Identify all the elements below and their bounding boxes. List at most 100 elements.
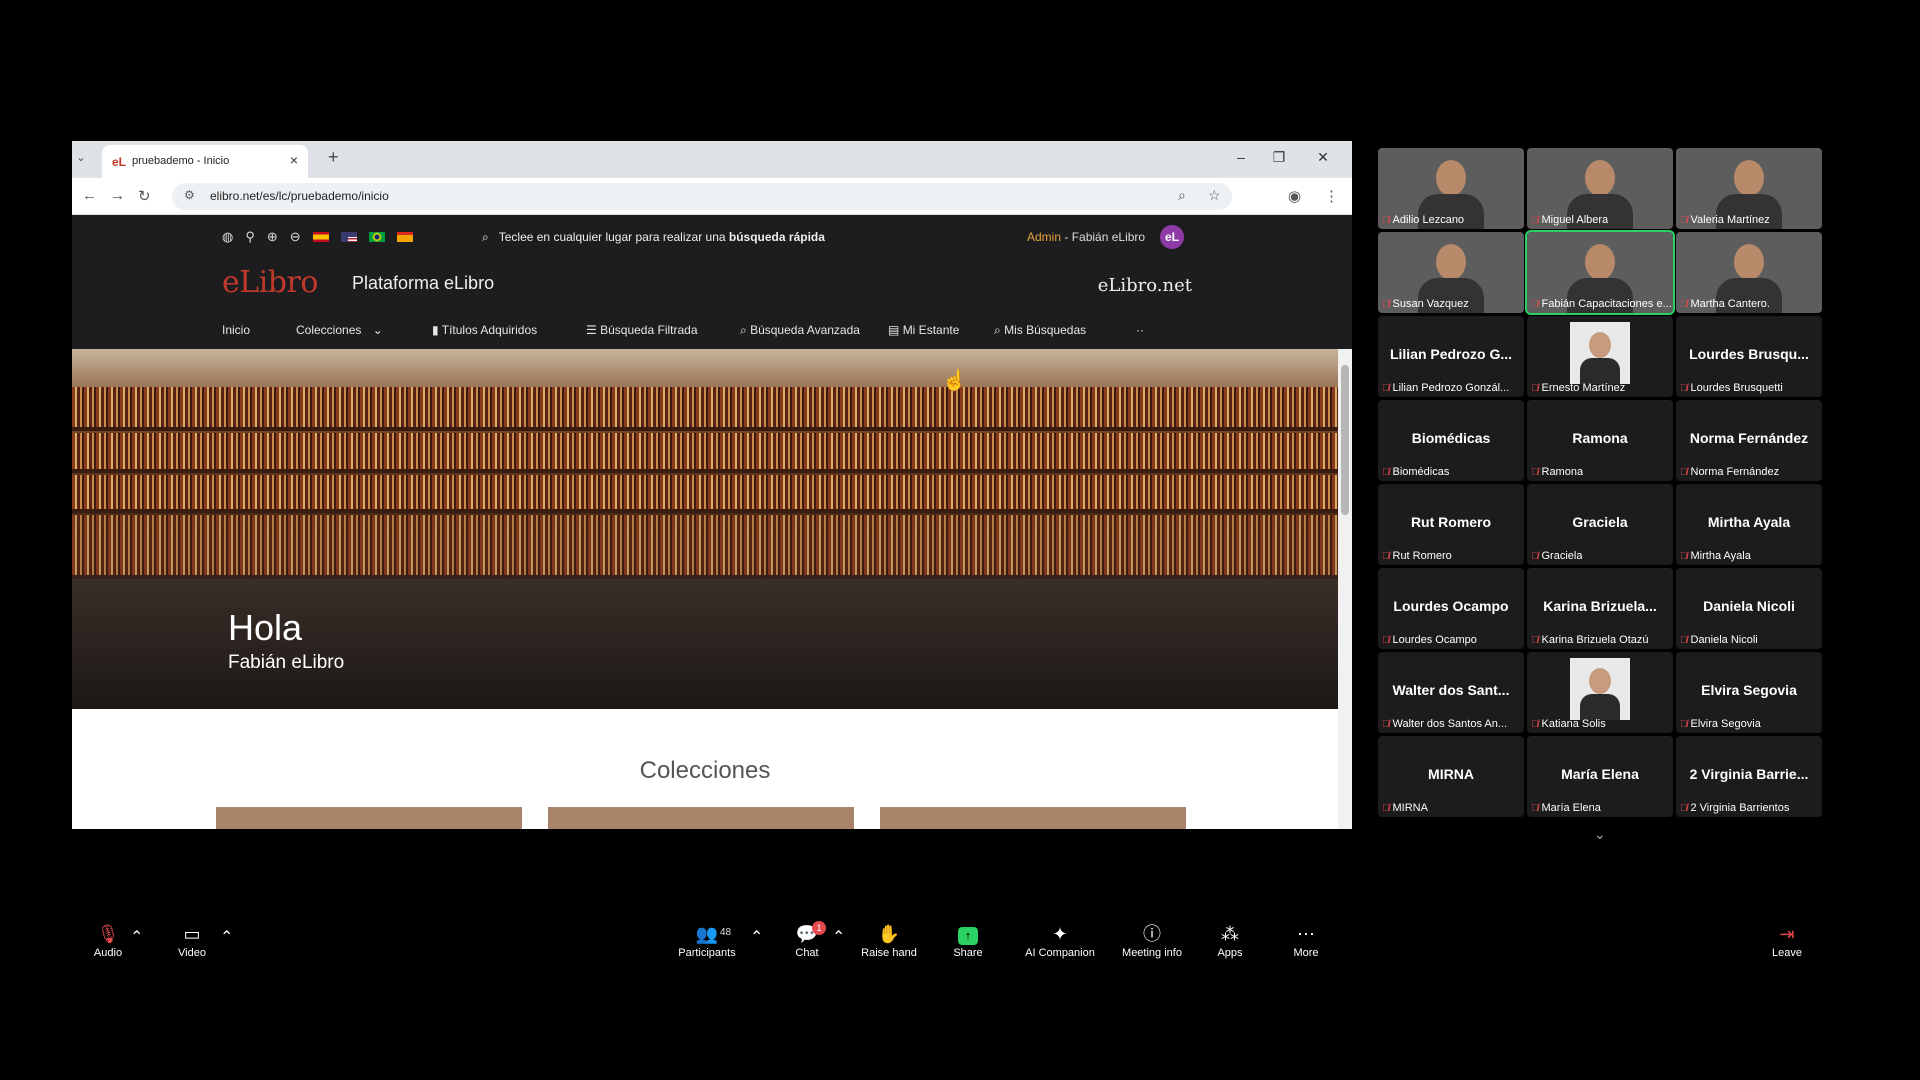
collection-card[interactable] — [548, 807, 854, 829]
participant-display-name: Walter dos Sant... — [1392, 682, 1510, 698]
participant-name: Walter dos Santos An... — [1392, 718, 1508, 730]
mic-muted-icon: 🎙̸ — [1531, 466, 1539, 478]
participant-name: Ramona — [1541, 466, 1584, 478]
camera-icon: ▭ — [183, 924, 201, 944]
browser-tab[interactable]: eL pruebademo - Inicio × — [102, 145, 308, 178]
participant-name: Mirtha Ayala — [1690, 550, 1751, 562]
participant-tile[interactable]: MIRNA 🎙̸ MIRNA — [1378, 736, 1524, 817]
globe-icon[interactable]: ◍ — [222, 229, 233, 245]
zoom-icon[interactable]: ⌕ — [1178, 187, 1186, 204]
participant-tile[interactable]: Biomédicas 🎙̸ Biomédicas — [1378, 400, 1524, 481]
nav-inicio[interactable]: Inicio — [222, 323, 250, 337]
share-button[interactable]: ↑ Share — [946, 923, 990, 959]
reload-icon[interactable]: ↻ — [138, 187, 151, 205]
zoom-in-icon[interactable]: ⊕ — [267, 229, 278, 245]
nav-busqueda-avanzada[interactable]: ⌕ Búsqueda Avanzada — [740, 323, 860, 338]
gallery-scroll-down-icon[interactable]: ⌄ — [1594, 826, 1606, 843]
ai-companion-button[interactable]: ✦ AI Companion — [1020, 923, 1100, 959]
tab-list-chevron-icon[interactable]: ⌄ — [74, 151, 88, 165]
search-icon: ⌕ — [994, 323, 1001, 337]
participant-tile[interactable]: Graciela 🎙̸ Graciela — [1527, 484, 1673, 565]
meeting-info-button[interactable]: ⓘ Meeting info — [1116, 923, 1188, 959]
nav-mi-estante[interactable]: ▤ Mi Estante — [888, 323, 959, 337]
nav-colecciones[interactable]: Colecciones ⌄ — [296, 323, 383, 337]
avatar[interactable]: eL — [1160, 225, 1184, 249]
new-tab-icon[interactable]: + — [328, 147, 339, 168]
nav-titulos[interactable]: ▮ Títulos Adquiridos — [432, 323, 537, 337]
apps-button[interactable]: ⁂ Apps — [1210, 923, 1250, 959]
link-icon[interactable]: ⚲ — [245, 229, 255, 245]
restore-icon[interactable]: ❐ — [1264, 149, 1294, 166]
nav-mis-busquedas[interactable]: ⌕ Mis Búsquedas — [994, 323, 1086, 338]
brazil-flag-icon[interactable] — [368, 232, 385, 242]
participant-tile[interactable]: 🎙̸ Miguel Albera — [1527, 148, 1673, 229]
participant-tile[interactable]: 🎙̸ Katiana Solis — [1527, 652, 1673, 733]
chat-caret-icon[interactable]: ⌃ — [832, 927, 845, 947]
participant-tile[interactable]: María Elena 🎙̸ María Elena — [1527, 736, 1673, 817]
spain-flag-icon[interactable] — [312, 232, 329, 242]
book-icon: ▮ — [432, 323, 439, 337]
collection-card[interactable] — [880, 807, 1186, 829]
participant-tile[interactable]: Lourdes Ocampo 🎙̸ Lourdes Ocampo — [1378, 568, 1524, 649]
participant-video-head — [1436, 160, 1466, 196]
collection-card[interactable] — [216, 807, 522, 829]
participant-tile[interactable]: 🎙̸ Valeria Martínez — [1676, 148, 1822, 229]
participant-tile[interactable]: Walter dos Sant... 🎙̸ Walter dos Santos An… — [1378, 652, 1524, 733]
raise-hand-button[interactable]: ✋ Raise hand — [856, 923, 922, 959]
participant-display-name: Rut Romero — [1410, 514, 1492, 530]
participant-tile[interactable]: 🎙̸ Susan Vazquez — [1378, 232, 1524, 313]
hero-image-divider — [72, 469, 1338, 473]
close-tab-icon[interactable]: × — [290, 152, 298, 168]
nav-more[interactable]: ·· — [1136, 323, 1144, 337]
participant-video-head — [1734, 244, 1764, 280]
minimize-icon[interactable]: – — [1226, 149, 1256, 165]
nav-titulos-label: Títulos Adquiridos — [441, 323, 538, 337]
scrollbar-thumb[interactable] — [1341, 365, 1349, 515]
audio-options-caret-icon[interactable]: ⌃ — [130, 927, 143, 947]
usa-flag-icon[interactable] — [340, 232, 357, 242]
info-icon: ⓘ — [1143, 924, 1161, 944]
nav-busqueda-filtrada[interactable]: ☰ Búsqueda Filtrada — [586, 323, 698, 337]
site-info-icon[interactable]: ⚙ — [184, 188, 195, 202]
elibro-logo[interactable]: eLibro — [222, 265, 318, 300]
participants-caret-icon[interactable]: ⌃ — [750, 927, 763, 947]
flag-icon[interactable] — [396, 232, 413, 242]
participants-button[interactable]: 👥 Participants — [672, 923, 742, 959]
participant-tile[interactable]: 🎙̸ Fabián Capacitaciones e... — [1525, 230, 1675, 315]
bookmark-star-icon[interactable]: ☆ — [1208, 187, 1221, 204]
kebab-menu-icon[interactable]: ⋮ — [1324, 187, 1339, 205]
zoom-out-icon[interactable]: ⊖ — [290, 229, 301, 245]
participant-tile[interactable]: Daniela Nicoli 🎙̸ Daniela Nicoli — [1676, 568, 1822, 649]
sparkle-icon: ✦ — [1052, 924, 1068, 944]
participant-tile[interactable]: Ramona 🎙̸ Ramona — [1527, 400, 1673, 481]
omnibox[interactable]: ⚙ elibro.net/es/lc/pruebademo/inicio ⌕ ☆ — [172, 183, 1232, 210]
participant-name-tag: 🎙̸ Daniela Nicoli — [1680, 634, 1758, 646]
mic-muted-icon: 🎙̸ — [1531, 550, 1539, 562]
video-options-caret-icon[interactable]: ⌃ — [220, 927, 233, 947]
participant-tile[interactable]: Elvira Segovia 🎙̸ Elvira Segovia — [1676, 652, 1822, 733]
close-window-icon[interactable]: ✕ — [1308, 149, 1338, 166]
participant-tile[interactable]: Norma Fernández 🎙̸ Norma Fernández — [1676, 400, 1822, 481]
participant-display-name: MIRNA — [1428, 766, 1474, 782]
participant-tile[interactable]: 2 Virginia Barrie... 🎙̸ 2 Virginia Barrien… — [1676, 736, 1822, 817]
participant-tile[interactable]: Lilian Pedrozo G... 🎙̸ Lilian Pedrozo Gonz… — [1378, 316, 1524, 397]
more-button[interactable]: ⋯ More — [1286, 923, 1326, 959]
quick-search-hint[interactable]: ⌕ Teclee en cualquier lugar para realizar… — [482, 230, 825, 245]
participant-tile[interactable]: Rut Romero 🎙̸ Rut Romero — [1378, 484, 1524, 565]
video-button[interactable]: ▭ Video — [170, 923, 214, 959]
user-label[interactable]: Admin - Fabián eLibro — [1027, 230, 1145, 244]
leave-button[interactable]: ⇥ Leave — [1766, 923, 1808, 959]
participant-tile[interactable]: 🎙̸ Martha Cantero. — [1676, 232, 1822, 313]
participant-tile[interactable]: Mirtha Ayala 🎙̸ Mirtha Ayala — [1676, 484, 1822, 565]
profile-icon[interactable]: ◉ — [1288, 187, 1301, 205]
participant-name-tag: 🎙̸ Susan Vazquez — [1382, 298, 1469, 310]
forward-icon[interactable]: → — [110, 187, 125, 204]
back-icon[interactable]: ← — [82, 187, 97, 204]
participant-tile[interactable]: 🎙̸ Ernesto Martínez — [1527, 316, 1673, 397]
participant-tile[interactable]: 🎙̸ Adilio Lezcano — [1378, 148, 1524, 229]
participant-tile[interactable]: Karina Brizuela... 🎙̸ Karina Brizuela Otaz… — [1527, 568, 1673, 649]
page-scrollbar[interactable] — [1338, 349, 1352, 829]
audio-button[interactable]: 🎙 Audio — [86, 923, 130, 959]
participant-tile[interactable]: Lourdes Brusqu... 🎙̸ Lourdes Brusquetti — [1676, 316, 1822, 397]
participant-display-name: Daniela Nicoli — [1703, 598, 1795, 614]
